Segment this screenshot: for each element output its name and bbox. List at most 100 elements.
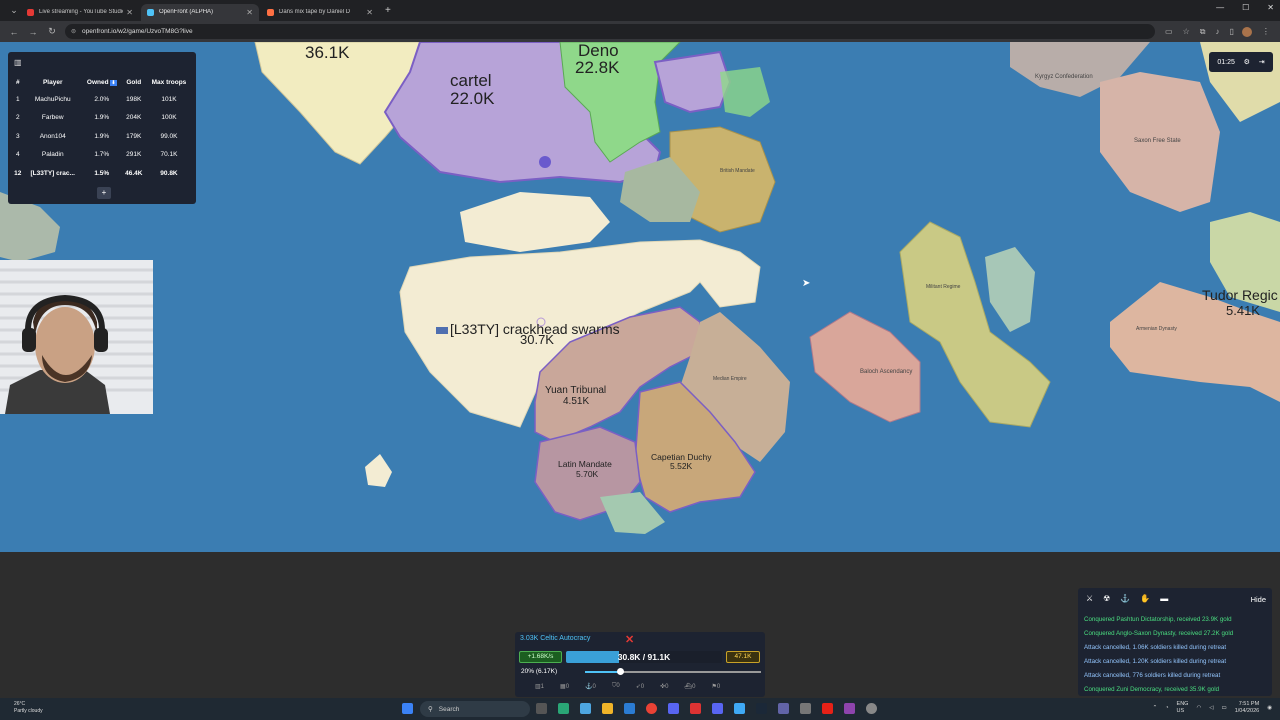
app-icon[interactable] (690, 703, 701, 714)
attack-ratio-label: 20% (6.17K) (521, 668, 558, 675)
file-explorer-icon[interactable] (602, 703, 613, 714)
bar-chart-icon[interactable]: ▥ (14, 58, 22, 67)
new-tab-icon[interactable]: + (385, 5, 391, 16)
task-view-icon[interactable] (536, 703, 547, 714)
close-tab-icon[interactable]: ✕ (126, 8, 133, 17)
app-icon[interactable] (734, 703, 745, 714)
expand-leaderboard-button[interactable]: + (97, 187, 111, 199)
unit-counts: ▥1 ▦0 ⚓0 ⛉0 ➶0 ✜0 ⛴0 ⚑0 (535, 683, 720, 690)
url-field[interactable]: ⊜ openfront.io/w2/game/UzvoTM8G?live (65, 24, 1155, 39)
trade-icon[interactable]: ⚓ (1120, 594, 1130, 603)
maximize-icon[interactable]: ☐ (1242, 3, 1249, 12)
menu-icon[interactable]: ⋮ (1262, 27, 1270, 36)
copilot-icon[interactable] (580, 703, 591, 714)
tab-title: OpenFront (ALPHA) (159, 9, 214, 15)
table-row[interactable]: 4 Paladin 1.7% 291K 70.1K (12, 146, 192, 165)
webcam-overlay (0, 260, 153, 414)
close-selection-icon[interactable]: ✕ (625, 633, 634, 646)
unit-factory[interactable]: ▦0 (560, 683, 569, 690)
col-troops[interactable]: Max troops (146, 74, 192, 90)
tab-openfront[interactable]: OpenFront (ALPHA) ✕ (141, 3, 259, 21)
tab-search-icon[interactable]: ⌄ (9, 5, 19, 16)
media-icon[interactable]: ♪ (1215, 27, 1219, 36)
battery-icon[interactable]: ▭ (1222, 705, 1227, 711)
nuke-icon[interactable]: ☢ (1103, 594, 1110, 603)
territory-deno-value: 22.8K (575, 58, 620, 77)
sword-icon[interactable]: ⚔ (1086, 594, 1093, 603)
sidebar-icon[interactable]: ▯ (1229, 27, 1233, 36)
close-tab-icon[interactable]: ✕ (366, 8, 373, 17)
extensions-icon[interactable]: ⧉ (1200, 27, 1206, 37)
tray-chevron-icon[interactable]: ⌃ (1153, 705, 1158, 711)
app-icon[interactable] (800, 703, 811, 714)
table-row-self[interactable]: 12 [L33TY] crac... 1.5% 46.4K 90.8K (12, 164, 192, 183)
unit-other[interactable]: ⚑0 (711, 683, 720, 690)
chat-icon[interactable]: ▬ (1160, 594, 1168, 603)
weather-desc: Partly cloudy (14, 708, 43, 714)
close-tab-icon[interactable]: ✕ (246, 8, 253, 17)
owned-cell: 1.5% (94, 169, 110, 177)
unit-sam[interactable]: ✜0 (660, 683, 668, 690)
handshake-icon[interactable]: ✋ (1140, 594, 1150, 603)
settings-icon[interactable] (866, 703, 877, 714)
col-owned[interactable]: Owned ⬇ (82, 74, 122, 90)
start-icon[interactable] (402, 703, 413, 714)
volume-icon[interactable]: ◁ (1209, 705, 1213, 711)
col-rank[interactable]: # (12, 74, 24, 90)
weather-widget[interactable]: 26°C Partly cloudy (14, 701, 43, 715)
unit-city[interactable]: ▥1 (535, 683, 544, 690)
discord-icon[interactable] (668, 703, 679, 714)
unit-defense[interactable]: ⛉0 (612, 683, 620, 690)
unit-warship[interactable]: ⛴0 (684, 683, 695, 690)
webcam-image (0, 260, 153, 414)
tab-mix-tape[interactable]: Dans mix tape by Daniel D ✕ (261, 4, 379, 21)
col-gold[interactable]: Gold (122, 74, 146, 90)
steam-icon[interactable] (756, 703, 767, 714)
unit-missile[interactable]: ➶0 (636, 683, 644, 690)
notification-icon[interactable]: ◉ (1267, 705, 1272, 711)
reload-icon[interactable]: ↻ (47, 26, 57, 37)
col-player[interactable]: Player (24, 74, 82, 90)
search-icon: ⚲ (428, 706, 433, 713)
discord-alt-icon[interactable] (712, 703, 723, 714)
taskbar-search[interactable]: ⚲ Search (420, 701, 530, 717)
troop-count: 30.8K / 91.1K (617, 652, 671, 662)
wifi-icon[interactable]: ◠ (1196, 705, 1201, 711)
tab-title: Dans mix tape by Daniel D (279, 9, 351, 15)
profile-avatar[interactable] (1241, 26, 1252, 37)
bookmark-star-icon[interactable]: ☆ (1183, 27, 1190, 36)
event-item: Attack cancelled, 776 soldiers killed du… (1084, 672, 1221, 679)
back-icon[interactable]: ← (9, 27, 19, 37)
table-row[interactable]: 1 MachuPichu 2.0% 198K 101K (12, 90, 192, 109)
territory-kyrgyz: Kyrgyz Confederation (1035, 74, 1093, 80)
unit-port[interactable]: ⚓0 (585, 683, 596, 690)
tab-youtube-studio[interactable]: Live streaming - YouTube Studio ✕ (21, 4, 139, 21)
close-window-icon[interactable]: ✕ (1267, 3, 1274, 12)
table-row[interactable]: 3 Anon104 1.9% 179K 99.0K (12, 127, 192, 146)
clock[interactable]: 7:51 PM 1/04/2026 (1235, 701, 1259, 715)
table-row[interactable]: 2 Farbew 1.9% 204K 100K (12, 109, 192, 128)
slider-thumb[interactable] (617, 668, 625, 675)
troops-cell: 70.1K (160, 151, 178, 159)
chrome-icon[interactable] (646, 703, 657, 714)
openfront-icon (147, 8, 154, 16)
mail-icon[interactable] (624, 703, 635, 714)
cast-icon[interactable]: ▭ (1165, 27, 1173, 36)
language-indicator[interactable]: ENG US (1177, 701, 1189, 715)
forward-icon[interactable]: → (28, 27, 38, 37)
unit-count: 0 (592, 684, 596, 690)
hide-events-button[interactable]: Hide (1251, 595, 1266, 604)
edge-icon[interactable] (558, 703, 569, 714)
weather-temp: 26°C (14, 701, 26, 707)
attack-ratio-slider[interactable] (585, 668, 761, 675)
youtube-icon[interactable] (822, 703, 833, 714)
teams-icon[interactable] (778, 703, 789, 714)
minimize-icon[interactable]: — (1216, 3, 1224, 12)
site-info-icon[interactable]: ⊜ (71, 28, 76, 35)
app-icon[interactable] (844, 703, 855, 714)
rank-cell: 4 (15, 151, 20, 159)
owned-cell: 1.9% (94, 132, 110, 140)
exit-icon[interactable]: ⇥ (1259, 58, 1265, 66)
network-icon[interactable]: ◔ (1165, 705, 1168, 711)
settings-gear-icon[interactable]: ⚙ (1244, 58, 1250, 66)
